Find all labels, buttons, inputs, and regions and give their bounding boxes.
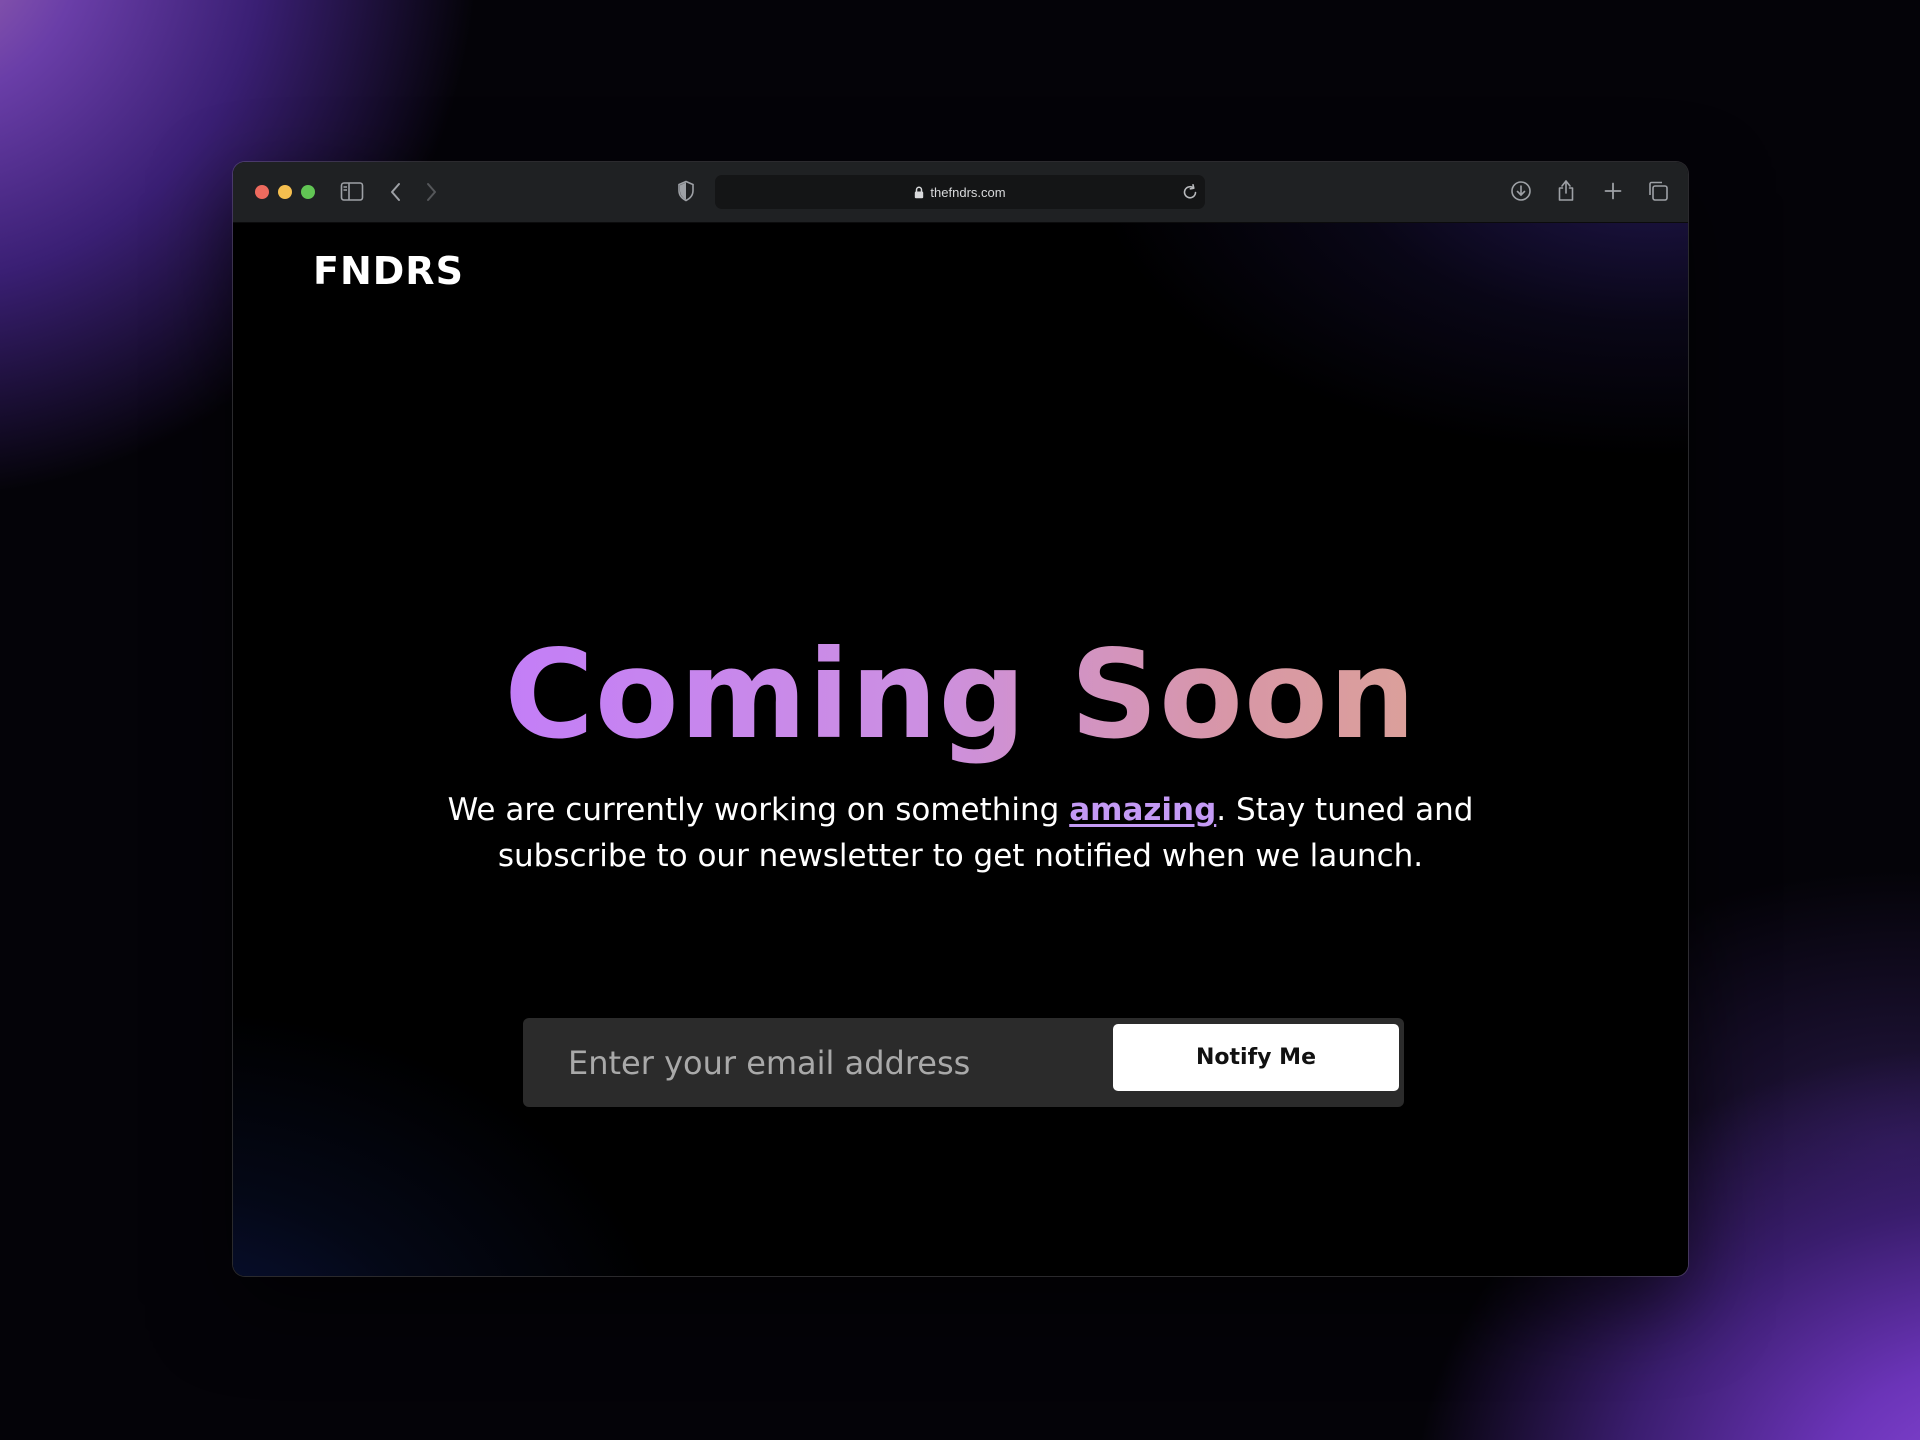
site-logo[interactable]: FNDRS	[313, 249, 464, 293]
minimize-window-button[interactable]	[278, 185, 292, 199]
browser-window: thefndrs.com FNDRS Coming Soon We are cu…	[233, 162, 1688, 1276]
reload-icon[interactable]	[1182, 183, 1198, 206]
address-bar[interactable]: thefndrs.com	[715, 175, 1205, 209]
tab-overview-icon[interactable]	[1647, 180, 1669, 202]
headline-text: Coming Soon	[504, 624, 1417, 766]
browser-toolbar: thefndrs.com	[233, 162, 1688, 223]
description-text: We are currently working on something am…	[383, 787, 1538, 879]
newsletter-signup-form: Notify Me	[523, 1018, 1404, 1107]
close-window-button[interactable]	[255, 185, 269, 199]
zoom-window-button[interactable]	[301, 185, 315, 199]
back-icon[interactable]	[389, 181, 403, 203]
coming-soon-headline: Coming Soon	[233, 631, 1688, 759]
url-text: thefndrs.com	[930, 184, 1006, 200]
privacy-shield-icon[interactable]	[677, 180, 695, 202]
sidebar-toggle-icon[interactable]	[340, 181, 364, 203]
description-before: We are currently working on something	[447, 792, 1070, 828]
page-content: FNDRS Coming Soon We are currently worki…	[233, 223, 1688, 1276]
forward-icon[interactable]	[424, 181, 438, 203]
download-icon[interactable]	[1510, 180, 1532, 202]
lock-icon	[914, 186, 924, 199]
amazing-highlight: amazing	[1069, 792, 1217, 828]
email-input[interactable]	[523, 1018, 1103, 1107]
notify-me-button[interactable]: Notify Me	[1113, 1024, 1399, 1091]
new-tab-icon[interactable]	[1603, 181, 1623, 201]
share-icon[interactable]	[1556, 178, 1576, 202]
